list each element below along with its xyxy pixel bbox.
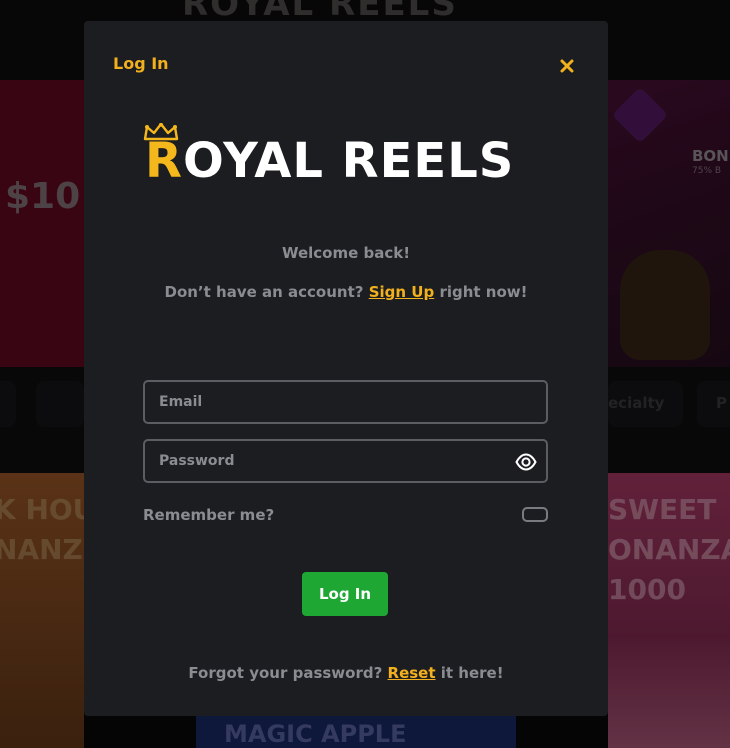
reset-password-link[interactable]: Reset [388, 664, 436, 682]
email-input[interactable] [145, 382, 546, 422]
brand-logo: ROYAL REELS [143, 123, 543, 189]
email-field [143, 380, 548, 424]
close-icon [560, 59, 574, 73]
forgot-password-prefix: Forgot your password? [188, 664, 383, 682]
brand-wordmark-rest: OYAL REELS [182, 133, 515, 189]
remember-me-toggle[interactable] [522, 507, 548, 522]
modal-title: Log In [113, 54, 169, 73]
remember-me-label: Remember me? [143, 506, 275, 524]
signup-prompt-prefix: Don’t have an account? [164, 283, 364, 301]
signup-prompt: Don’t have an account? Sign Up right now… [84, 283, 608, 301]
close-button[interactable] [556, 55, 578, 77]
signup-prompt-suffix: right now! [439, 283, 528, 301]
signup-link[interactable]: Sign Up [369, 283, 435, 301]
password-field [143, 439, 548, 483]
forgot-password-suffix: it here! [440, 664, 504, 682]
brand-wordmark-initial: R [145, 133, 183, 189]
forgot-password-prompt: Forgot your password? Reset it here! [84, 664, 608, 682]
login-modal: Log In ROYAL REELS Welcome back! Don’t h… [84, 21, 608, 716]
password-input[interactable] [145, 441, 546, 481]
login-button[interactable]: Log In [302, 572, 388, 616]
eye-icon[interactable] [515, 451, 537, 473]
welcome-heading: Welcome back! [281, 244, 411, 262]
brand-wordmark: ROYAL REELS [145, 137, 514, 185]
